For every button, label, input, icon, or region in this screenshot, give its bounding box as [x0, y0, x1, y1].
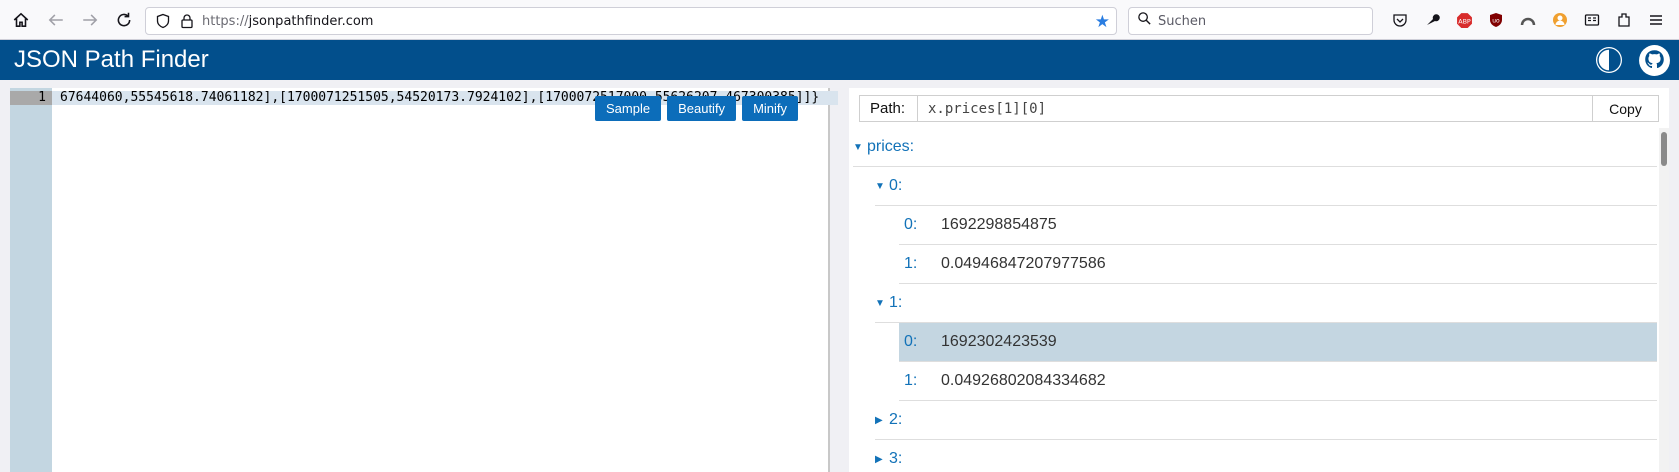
browser-toolbar: https://jsonpathfinder.com ★ Suchen ABP … — [0, 0, 1679, 40]
theme-toggle-icon[interactable] — [1593, 44, 1625, 76]
sample-button[interactable]: Sample — [595, 96, 662, 121]
tree-node-2[interactable]: ▶ 2: — [875, 401, 1657, 440]
caret-right-icon[interactable]: ▶ — [875, 454, 889, 465]
tree-key: 0: — [904, 216, 918, 233]
tree-value: 0.04926802084334682 — [941, 372, 1106, 389]
tree-key: 1: — [889, 294, 903, 311]
tree-panel: Path: x.prices[1][0] Copy ▼ prices: ▼ 0:… — [849, 88, 1669, 472]
reader-icon[interactable] — [1576, 6, 1608, 34]
caret-down-icon[interactable]: ▼ — [875, 298, 889, 309]
bookmark-star-icon[interactable]: ★ — [1095, 12, 1110, 32]
path-bar: Path: x.prices[1][0] Copy — [859, 95, 1659, 122]
search-input[interactable]: Suchen — [1158, 14, 1206, 29]
extension-toolbar: ABP uo — [1384, 6, 1672, 34]
path-input[interactable]: x.prices[1][0] — [918, 101, 1592, 117]
extensions-icon[interactable] — [1608, 6, 1640, 34]
editor-button-group: Sample Beautify Minify — [595, 96, 799, 121]
json-editor[interactable]: 1 67644060,55545618.74061182],[170007125… — [10, 88, 838, 472]
menu-icon[interactable] — [1640, 6, 1672, 34]
tree-key: prices: — [867, 138, 915, 155]
editor-gutter — [10, 88, 52, 472]
github-icon[interactable] — [1638, 44, 1671, 77]
caret-right-icon[interactable]: ▶ — [875, 415, 889, 426]
path-label: Path: — [860, 96, 918, 121]
svg-text:uo: uo — [1492, 18, 1500, 25]
scrollbar-thumb[interactable] — [1661, 132, 1667, 166]
url-bar[interactable]: https://jsonpathfinder.com ★ — [145, 7, 1117, 35]
forward-icon[interactable] — [74, 4, 106, 36]
multi-account-icon[interactable] — [1544, 6, 1576, 34]
tree-key: 0: — [889, 177, 903, 194]
tree-key: 3: — [889, 450, 903, 467]
tree-leaf-1-1[interactable]: 1: 0.04926802084334682 — [899, 362, 1657, 401]
tree-node-1[interactable]: ▼ 1: — [875, 284, 1657, 323]
ublock-icon[interactable]: uo — [1480, 6, 1512, 34]
search-bar[interactable]: Suchen — [1128, 7, 1373, 35]
tree-leaf-1-0[interactable]: 0: 1692302423539 — [899, 323, 1657, 362]
caret-down-icon[interactable]: ▼ — [853, 142, 867, 153]
tree-node-0[interactable]: ▼ 0: — [875, 167, 1657, 206]
copy-button[interactable]: Copy — [1592, 96, 1658, 121]
url-text[interactable]: https://jsonpathfinder.com — [202, 14, 373, 29]
wrench-icon[interactable] — [1416, 6, 1448, 34]
url-host: jsonpathfinder.com — [248, 13, 374, 29]
reload-icon[interactable] — [108, 4, 140, 36]
tree-scrollbar[interactable] — [1659, 128, 1669, 472]
caret-down-icon[interactable]: ▼ — [875, 181, 889, 192]
tree-key: 1: — [904, 372, 918, 389]
tree-key: 0: — [904, 333, 918, 350]
tree-leaf-0-1[interactable]: 1: 0.04946847207977586 — [899, 245, 1657, 284]
beautify-button[interactable]: Beautify — [667, 96, 737, 121]
minify-button[interactable]: Minify — [742, 96, 799, 121]
lock-icon[interactable] — [178, 12, 196, 30]
app-title: JSON Path Finder — [14, 46, 209, 73]
tree-key: 2: — [889, 411, 903, 428]
tree-key: 1: — [904, 255, 918, 272]
tree-value: 1692302423539 — [941, 333, 1057, 350]
shield-icon[interactable] — [154, 12, 172, 30]
search-icon — [1137, 11, 1152, 31]
tree-value: 1692298854875 — [941, 216, 1057, 233]
tree-node-3[interactable]: ▶ 3: — [875, 440, 1657, 472]
svg-text:ABP: ABP — [1458, 17, 1471, 25]
adblock-plus-icon[interactable]: ABP — [1448, 6, 1480, 34]
home-icon[interactable] — [5, 4, 37, 36]
tree-value: 0.04946847207977586 — [941, 255, 1106, 272]
arc-icon[interactable] — [1512, 6, 1544, 34]
back-icon[interactable] — [40, 4, 72, 36]
json-tree: ▼ prices: ▼ 0: 0: 1692298854875 1: 0.049… — [849, 128, 1657, 472]
pocket-icon[interactable] — [1384, 6, 1416, 34]
tree-leaf-0-0[interactable]: 0: 1692298854875 — [899, 206, 1657, 245]
line-number: 1 — [10, 91, 52, 105]
url-scheme: https:// — [202, 13, 249, 29]
tree-node-prices[interactable]: ▼ prices: — [853, 128, 1657, 167]
app-header: JSON Path Finder — [0, 40, 1679, 80]
